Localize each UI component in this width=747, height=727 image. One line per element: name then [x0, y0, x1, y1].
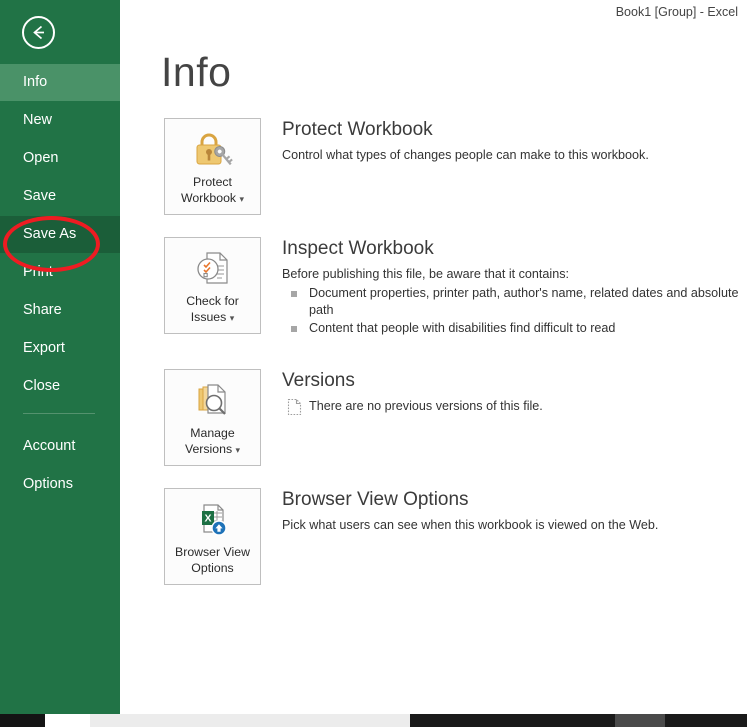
versions-body: Versions There are no previous versions … — [282, 369, 747, 416]
sidebar-item-label: Export — [23, 340, 65, 356]
sidebar-item-label: Share — [23, 302, 62, 318]
section-description: Control what types of changes people can… — [282, 148, 649, 162]
sidebar-item-label: Close — [23, 378, 61, 394]
sidebar-item-close[interactable]: Close — [0, 368, 120, 405]
document-inspect-icon — [165, 248, 260, 294]
scrollbar-left-dark — [0, 714, 45, 727]
manage-versions-icon — [165, 380, 260, 426]
inspect-workbook-body: Inspect Workbook Before publishing this … — [282, 237, 747, 338]
browser-view-excel-icon: X — [165, 499, 260, 545]
backstage-sidebar: Info New Open Save Save As Print Share E… — [0, 0, 120, 714]
lock-and-key-icon — [165, 129, 260, 175]
sidebar-item-label: Print — [23, 264, 53, 280]
scrollbar-right-end — [665, 714, 747, 727]
sidebar-item-print[interactable]: Print — [0, 254, 120, 291]
back-arrow-icon[interactable] — [22, 16, 55, 49]
sidebar-item-share[interactable]: Share — [0, 292, 120, 329]
sidebar-item-options[interactable]: Options — [0, 466, 120, 503]
list-item: Content that people with disabilities fi… — [282, 320, 747, 337]
check-for-issues-button[interactable]: Check for Issues ▾ — [164, 237, 261, 334]
sidebar-item-account[interactable]: Account — [0, 428, 120, 465]
sidebar-item-info[interactable]: Info — [0, 64, 120, 101]
protect-workbook-label-line1: Protect — [193, 175, 232, 189]
sidebar-item-label: Save As — [23, 226, 77, 242]
manage-versions-button[interactable]: Manage Versions ▾ — [164, 369, 261, 466]
backstage-main-pane: Info Protect Workbook ▾ Protect Workbook… — [120, 26, 747, 714]
sidebar-item-label: Info — [23, 74, 48, 90]
section-description: Pick what users can see when this workbo… — [282, 518, 659, 532]
svg-text:X: X — [204, 513, 211, 525]
sidebar-item-label: New — [23, 112, 53, 128]
check-for-issues-label-line2: Issues ▾ — [190, 309, 235, 324]
protect-workbook-body: Protect Workbook Control what types of c… — [282, 118, 747, 164]
section-heading: Browser View Options — [282, 489, 469, 510]
protect-workbook-label-line2: Workbook ▾ — [180, 190, 245, 205]
window-title-bar: Book1 [Group] - Excel — [120, 0, 747, 26]
list-item: Document properties, printer path, autho… — [282, 285, 747, 319]
chevron-down-icon[interactable]: ▾ — [236, 445, 241, 455]
browser-view-options-label-line2: Options — [191, 560, 234, 575]
browser-view-options-body: Browser View Options Pick what users can… — [282, 488, 747, 534]
versions-note: There are no previous versions of this f… — [282, 398, 747, 416]
horizontal-scrollbar[interactable] — [0, 714, 747, 727]
dotted-document-icon — [287, 398, 302, 420]
page-title: Info — [161, 49, 232, 95]
browser-view-options-button[interactable]: X Browser View Options — [164, 488, 261, 585]
inspect-issues-list: Document properties, printer path, autho… — [282, 285, 747, 337]
sidebar-item-new[interactable]: New — [0, 102, 120, 139]
chevron-down-icon[interactable]: ▾ — [240, 194, 245, 204]
sidebar-item-export[interactable]: Export — [0, 330, 120, 367]
browser-view-options-label-line1: Browser View — [175, 545, 250, 559]
sidebar-divider — [23, 413, 95, 414]
sidebar-item-open[interactable]: Open — [0, 140, 120, 177]
section-heading: Versions — [282, 370, 355, 391]
section-heading: Inspect Workbook — [282, 238, 434, 259]
window-title: Book1 [Group] - Excel — [615, 5, 738, 19]
sidebar-item-label: Options — [23, 476, 73, 492]
scrollbar-right-grip[interactable] — [615, 714, 665, 727]
sidebar-item-label: Save — [23, 188, 57, 204]
scrollbar-track-left — [45, 714, 90, 727]
versions-note-text: There are no previous versions of this f… — [309, 399, 543, 413]
protect-workbook-button[interactable]: Protect Workbook ▾ — [164, 118, 261, 215]
chevron-down-icon[interactable]: ▾ — [230, 313, 235, 323]
sidebar-item-save[interactable]: Save — [0, 178, 120, 215]
sidebar-item-save-as[interactable]: Save As — [0, 216, 120, 253]
sidebar-item-label: Account — [23, 438, 76, 454]
check-for-issues-label-line1: Check for — [186, 294, 239, 308]
section-description: Before publishing this file, be aware th… — [282, 267, 570, 281]
manage-versions-label-line1: Manage — [190, 426, 235, 440]
manage-versions-label-line2: Versions ▾ — [184, 441, 241, 456]
sidebar-item-label: Open — [23, 150, 59, 166]
section-heading: Protect Workbook — [282, 119, 433, 140]
